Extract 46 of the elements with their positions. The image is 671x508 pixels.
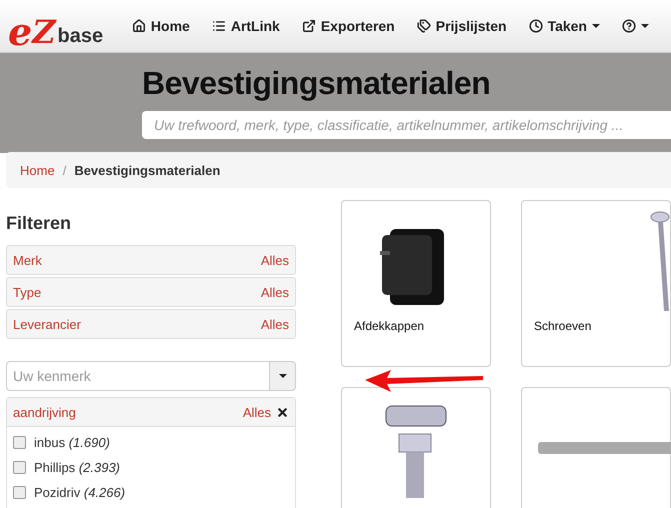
help-icon <box>622 19 636 33</box>
nav-link[interactable]: ArtLink <box>212 18 280 34</box>
breadcrumb-current: Bevestigingsmaterialen <box>74 162 220 178</box>
nav-link[interactable]: Home <box>132 18 190 34</box>
product-card[interactable] <box>521 387 671 508</box>
home-icon <box>132 19 146 33</box>
nav-link[interactable]: Taken <box>528 18 600 34</box>
filter-group[interactable]: Type Alles <box>6 277 296 307</box>
checkbox[interactable] <box>13 461 26 474</box>
dropdown-button[interactable] <box>269 361 296 391</box>
nav-link[interactable]: Exporteren <box>302 18 395 34</box>
nav-link[interactable] <box>622 19 649 33</box>
nav-link[interactable]: Prijslijsten <box>416 18 507 34</box>
filter-value: Alles <box>260 252 289 268</box>
checkbox[interactable] <box>13 486 26 499</box>
list-icon <box>212 19 226 33</box>
clock-icon <box>528 19 543 33</box>
breadcrumb-separator: / <box>62 162 66 178</box>
product-label: Afdekkappen <box>354 319 424 333</box>
filter-group[interactable]: Leverancier Alles <box>6 309 296 339</box>
facet-option[interactable]: Phillips (2.393) <box>7 455 295 480</box>
filter-group[interactable]: Merk Alles <box>6 245 296 275</box>
caret-icon <box>278 374 286 378</box>
product-card[interactable]: Afdekkappen <box>341 200 491 367</box>
product-card[interactable] <box>341 387 491 508</box>
filter-value: Alles <box>260 284 289 300</box>
filter-label: Leverancier <box>13 316 81 332</box>
breadcrumb-link[interactable]: Home <box>20 162 55 178</box>
filter-label: Merk <box>13 252 42 268</box>
checkbox[interactable] <box>13 436 26 449</box>
facet-option[interactable]: inbus (1.690) <box>7 430 295 455</box>
filter-label: Type <box>13 284 42 300</box>
search-field[interactable]: Uw trefwoord, merk, type, classificatie, artikelnummer, artikelomschrijving ... <box>142 111 671 139</box>
facet-value: Alles <box>242 404 271 420</box>
filter-value: Alles <box>260 316 289 332</box>
tags-icon <box>416 19 431 33</box>
export-icon <box>302 19 316 33</box>
product-label: Schroeven <box>534 319 592 333</box>
logo[interactable]: eZbase <box>0 0 132 52</box>
feature-field[interactable]: Uw kenmerk <box>6 361 269 391</box>
facet-label: aandrijving <box>13 404 76 420</box>
product-card[interactable]: Schroeven <box>521 200 671 367</box>
filter-title: Filteren <box>6 213 72 234</box>
page-title: Bevestigingsmaterialen <box>142 65 492 102</box>
close-icon[interactable] <box>276 406 289 418</box>
facet-option[interactable]: Pozidriv (4.266) <box>7 480 295 505</box>
